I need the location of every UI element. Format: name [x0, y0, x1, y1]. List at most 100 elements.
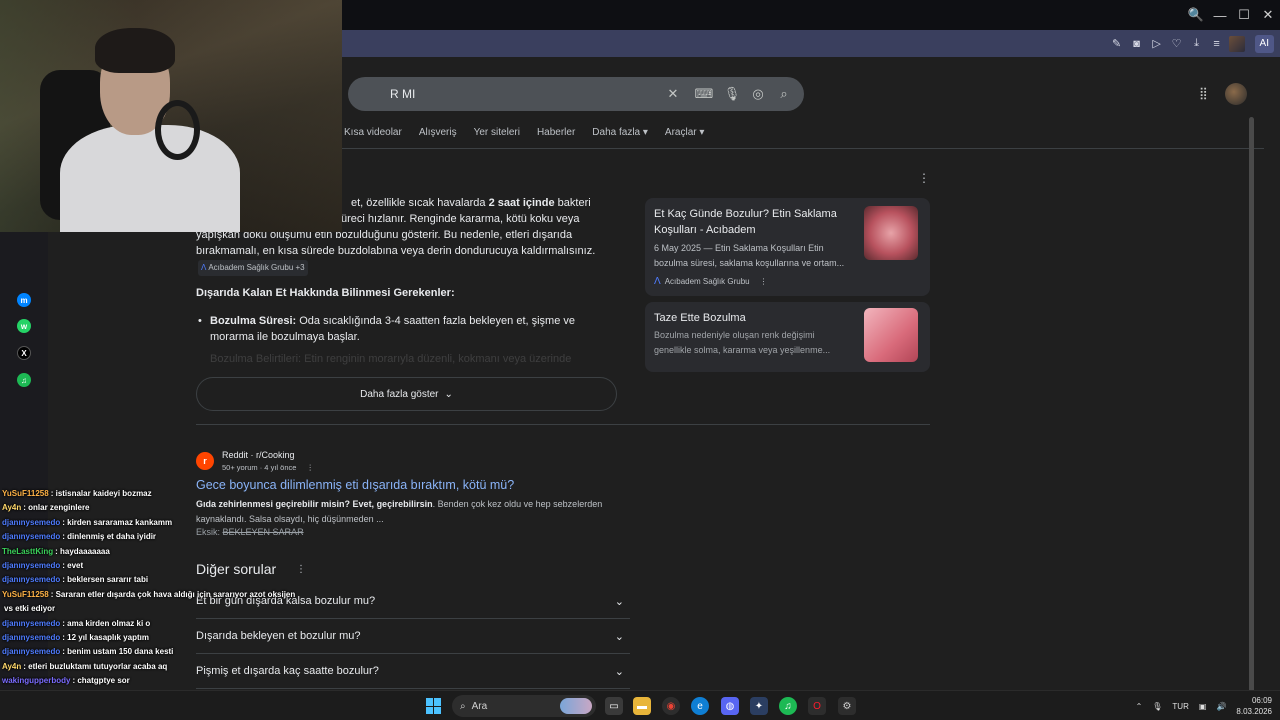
ai-bullet-faded: Bozulma Belirtileri: Etin renginin morar… — [210, 353, 572, 365]
tab-short-videos[interactable]: Kısa videolar — [344, 127, 402, 138]
chat-text: : benim ustam 150 dana kesti — [62, 647, 174, 657]
taskbar-search[interactable]: ⌕ Ara — [452, 695, 596, 717]
chat-text: : chatgptye sor — [72, 676, 130, 686]
source-card[interactable]: Et Kaç Günde Bozulur? Etin Saklama Koşul… — [645, 198, 930, 296]
tab-more[interactable]: Daha fazla ▾ — [592, 127, 648, 138]
chat-username: djanınysemedo — [2, 647, 61, 657]
card-snippet: 6 May 2025 — Etin Saklama Koşulları Etin… — [654, 243, 845, 268]
ai-text-part1: et, özellikle sıcak havalarda — [351, 197, 489, 209]
show-more-button[interactable]: Daha fazla göster ⌄ — [196, 377, 617, 411]
chat-message: djanınysemedo: kirden sararamaz kankamm — [2, 516, 332, 530]
headphones-icon — [155, 100, 200, 160]
more-options-icon[interactable]: ⋮ — [307, 463, 315, 472]
clock[interactable]: 06:09 8.03.2026 — [1236, 695, 1272, 717]
acibadem-logo-icon: Λ — [654, 276, 661, 287]
result-source[interactable]: Reddit · r/Cooking — [222, 450, 295, 460]
tab-places[interactable]: Yer siteleri — [474, 127, 520, 138]
chat-username: djanınysemedo — [2, 532, 61, 542]
acibadem-logo-icon: Λ — [201, 263, 207, 272]
edit-icon[interactable]: ✎ — [1109, 36, 1125, 52]
menu-icon[interactable]: ≡ — [1209, 36, 1225, 52]
card-title[interactable]: Taze Ette Bozulma — [654, 310, 854, 326]
page-scrollbar[interactable] — [1249, 117, 1254, 717]
close-button[interactable]: ✕ — [1256, 0, 1280, 30]
messenger-icon[interactable]: m — [17, 293, 31, 307]
network-icon[interactable]: ▣ — [1199, 702, 1207, 711]
steam-icon[interactable]: ✦ — [750, 697, 768, 715]
chat-text: vs etki ediyor — [4, 604, 56, 614]
reddit-icon: r — [196, 452, 214, 470]
chat-username: Ay4n — [2, 503, 22, 513]
source-chip[interactable]: Λ Acıbadem Sağlık Grubu +3 — [198, 260, 308, 276]
ai-button[interactable]: AI — [1254, 34, 1274, 53]
windows-start-icon[interactable] — [426, 698, 442, 714]
x-icon[interactable]: X — [17, 346, 31, 360]
task-view-icon[interactable]: ▭ — [605, 697, 623, 715]
chat-text: : Sararan etler dışarda çok hava aldığı … — [50, 589, 296, 599]
tab-news[interactable]: Haberler — [537, 127, 575, 138]
edge-icon[interactable]: e — [691, 697, 709, 715]
heart-icon[interactable]: ♡ — [1169, 36, 1185, 52]
download-icon[interactable]: ⤓ — [1189, 36, 1205, 52]
minimize-button[interactable]: — — [1208, 0, 1232, 30]
chat-message: Ay4n: onlar zenginlere — [2, 501, 332, 515]
chat-text: : evet — [62, 561, 84, 571]
chat-text: : onlar zenginlere — [23, 503, 90, 513]
chevron-up-icon[interactable]: ⌃ — [1136, 702, 1143, 711]
chat-message: YuSuF11258: Sararan etler dışarda çok ha… — [2, 588, 332, 602]
whatsapp-icon[interactable]: w — [17, 319, 31, 333]
lens-icon[interactable]: ◎ — [749, 85, 767, 103]
microphone-icon[interactable]: 🎙 — [723, 85, 741, 103]
keyboard-icon[interactable]: ⌨ — [695, 85, 714, 103]
file-explorer-icon[interactable]: ▬ — [633, 697, 651, 715]
tab-shopping[interactable]: Alışveriş — [419, 127, 457, 138]
camera-icon[interactable]: ◙ — [1129, 36, 1145, 52]
chat-message: djanınysemedo: evet — [2, 559, 332, 573]
card-snippet: Bozulma nedeniyle oluşan renk değişimi g… — [654, 330, 831, 355]
chat-username: YuSuF11258 — [2, 589, 49, 599]
microphone-icon[interactable]: 🎙 — [1152, 702, 1162, 711]
chat-text: : 12 yıl kasaplık yaptım — [62, 633, 149, 643]
chat-text: : beklersen sararır tabi — [62, 575, 149, 585]
chat-text: : etleri buzluktamı tutuyorlar acaba aq — [23, 661, 168, 671]
chat-text: : istisnalar kaideyi bozmaz — [50, 489, 152, 498]
chat-message: djanınysemedo: 12 yıl kasaplık yaptım — [2, 631, 332, 645]
spotify-icon[interactable]: ♫ — [779, 697, 797, 715]
profile-avatar[interactable] — [1228, 35, 1245, 52]
ai-overview-more-icon[interactable]: ⋮ — [918, 171, 930, 185]
chat-text: : kirden sararamaz kankamm — [62, 517, 173, 527]
search-icon[interactable]: ⌕ — [775, 85, 793, 103]
bullet-label: Bozulma Süresi: — [210, 315, 297, 327]
volume-icon[interactable]: 🔊 — [1216, 702, 1226, 711]
browser-search-icon[interactable]: 🔍 — [1184, 0, 1208, 30]
chat-message: djanınysemedo: dinlenmiş et daha iyidir — [2, 530, 332, 544]
chat-message: TheLasttKing: haydaaaaaaa — [2, 545, 332, 559]
card-title[interactable]: Et Kaç Günde Bozulur? Etin Saklama Koşul… — [654, 206, 854, 238]
source-card[interactable]: Taze Ette Bozulma Bozulma nedeniyle oluş… — [645, 302, 930, 372]
discord-icon[interactable]: ◍ — [721, 697, 739, 715]
ai-bullet-item: Bozulma Süresi: Oda sıcaklığında 3-4 saa… — [196, 313, 621, 345]
chat-text: : dinlenmiş et daha iyidir — [62, 532, 157, 542]
search-box[interactable]: R MI ✕ ⌨ 🎙 ◎ ⌕ — [348, 77, 804, 111]
clear-icon[interactable]: ✕ — [664, 85, 682, 103]
account-avatar[interactable] — [1225, 83, 1247, 105]
result-meta-text: 50+ yorum · 4 yıl önce — [222, 463, 297, 472]
apps-grid-icon[interactable]: ⣿ — [1199, 86, 1213, 100]
clock-time: 06:09 — [1251, 696, 1272, 705]
language-indicator[interactable]: TUR — [1172, 702, 1188, 711]
spotify-icon[interactable]: ♫ — [17, 373, 31, 387]
opera-icon[interactable]: O — [808, 697, 826, 715]
windows-taskbar: ⌕ Ara ▭ ▬ ◉ e ◍ ✦ ♫ O ⚙ ⌃ 🎙 TUR ▣ 🔊 06:0… — [0, 690, 1280, 720]
chevron-down-icon: ⌄ — [614, 665, 624, 678]
tab-tools[interactable]: Araçlar ▾ — [665, 127, 704, 138]
maximize-button[interactable]: ☐ — [1232, 0, 1256, 30]
chrome-icon[interactable]: ◉ — [662, 697, 680, 715]
webcam-person-body — [60, 125, 240, 232]
chat-username: wakingupperbody — [2, 676, 71, 686]
play-icon[interactable]: ▷ — [1149, 36, 1165, 52]
settings-icon[interactable]: ⚙ — [838, 697, 856, 715]
window-controls: 🔍 — ☐ ✕ — [1184, 0, 1280, 30]
webcam-overlay — [0, 0, 342, 232]
more-options-icon[interactable]: ⋮ — [760, 277, 768, 286]
search-input[interactable]: R MI — [390, 87, 415, 101]
